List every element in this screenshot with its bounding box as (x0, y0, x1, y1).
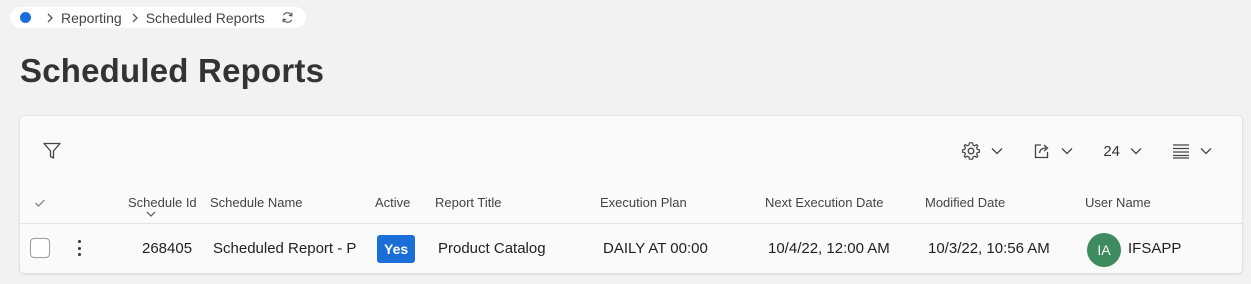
column-header-schedule-id[interactable]: Schedule Id (128, 195, 197, 210)
page-title: Scheduled Reports (20, 52, 325, 89)
export-icon (1033, 142, 1051, 160)
density-menu-button[interactable] (1172, 143, 1212, 159)
column-header-modified-date[interactable]: Modified Date (925, 195, 1005, 210)
cell-schedule-name: Scheduled Report - P (213, 240, 357, 257)
cell-schedule-id: 268405 (142, 240, 193, 257)
home-icon[interactable] (20, 12, 31, 23)
column-header-report-title[interactable]: Report Title (435, 195, 501, 210)
column-header-next-execution-date[interactable]: Next Execution Date (765, 195, 884, 210)
sort-descending-icon (146, 211, 156, 217)
chevron-right-icon (45, 12, 55, 24)
column-header-schedule-name[interactable]: Schedule Name (210, 195, 303, 210)
chevron-right-icon (130, 12, 140, 24)
table-row[interactable]: 268405 Scheduled Report - P Yes Product … (20, 224, 1242, 272)
list-density-icon (1172, 143, 1190, 159)
chevron-down-icon (1130, 147, 1142, 155)
cell-modified-date: 10/3/22, 10:56 AM (928, 240, 1050, 257)
chevron-down-icon (1061, 147, 1073, 155)
column-header-active[interactable]: Active (375, 195, 410, 210)
refresh-icon[interactable] (281, 11, 294, 24)
chevron-down-icon (991, 147, 1003, 155)
cell-next-execution-date: 10/4/22, 12:00 AM (768, 240, 890, 257)
breadcrumb-item-reporting[interactable]: Reporting (61, 10, 122, 26)
page-size-select[interactable]: 24 (1103, 143, 1142, 160)
table-header: Schedule Id Schedule Name Active Report … (20, 192, 1242, 224)
row-more-icon[interactable] (77, 240, 81, 256)
avatar: IA (1087, 233, 1121, 267)
table-toolbar: 24 (961, 140, 1212, 162)
column-header-user-name[interactable]: User Name (1085, 195, 1151, 210)
settings-menu-button[interactable] (961, 141, 1003, 161)
select-all-check-icon[interactable] (34, 198, 46, 208)
breadcrumb-item-scheduled-reports: Scheduled Reports (145, 9, 265, 26)
gear-icon (961, 141, 981, 161)
export-menu-button[interactable] (1033, 142, 1073, 160)
reports-table-panel: 24 Schedule Id Schedule Name Active Repo… (20, 116, 1242, 273)
row-checkbox[interactable] (30, 238, 50, 258)
status-badge: Yes (377, 235, 416, 263)
cell-execution-plan: DAILY AT 00:00 (603, 240, 708, 257)
cell-report-title: Product Catalog (438, 240, 546, 257)
chevron-down-icon (1200, 147, 1212, 155)
column-header-execution-plan[interactable]: Execution Plan (600, 195, 687, 210)
breadcrumb: Reporting Scheduled Reports (10, 7, 306, 28)
page-size-value: 24 (1103, 142, 1120, 160)
filter-icon[interactable] (41, 140, 63, 162)
cell-user-name: IFSAPP (1128, 240, 1182, 257)
